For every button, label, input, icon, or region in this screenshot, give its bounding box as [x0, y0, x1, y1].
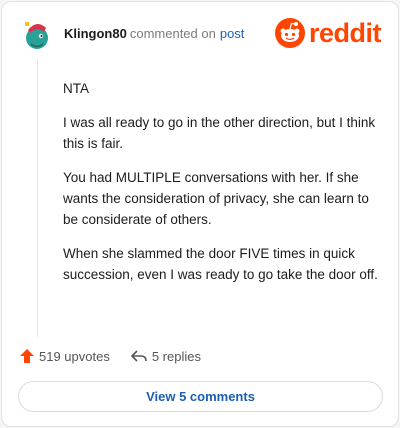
commented-on-text: commented on: [129, 26, 216, 41]
reply-count: 5 replies: [151, 348, 201, 364]
comment-meta: Klingon80 commented on post: [64, 26, 244, 41]
upvote-count: 519 upvotes: [39, 348, 110, 364]
comment-paragraph: NTA: [63, 81, 89, 96]
comment-paragraph: I was all ready to go in the other direc…: [63, 115, 376, 151]
comment-card: Klingon80 commented on post reddit NTA I w…: [1, 1, 399, 427]
comment-paragraph: When she slammed the door FIVE times in …: [63, 246, 378, 282]
upvote-arrow-icon: [20, 349, 34, 363]
reddit-snoo-icon: [274, 18, 305, 48]
reddit-logo[interactable]: reddit: [274, 18, 382, 48]
comment-header: Klingon80 commented on post reddit: [19, 16, 382, 52]
comment-actions: 519 upvotes 5 replies: [19, 346, 201, 366]
replies-button[interactable]: 5 replies: [130, 348, 201, 364]
username[interactable]: Klingon80: [64, 26, 127, 41]
post-link[interactable]: post: [220, 26, 245, 41]
comment-body: NTA I was all ready to go in the other d…: [63, 78, 383, 298]
upvote-button[interactable]: 519 upvotes: [19, 348, 110, 364]
view-comments-button[interactable]: View 5 comments: [18, 381, 383, 412]
reddit-wordmark: reddit: [308, 18, 382, 48]
thread-line: [37, 60, 38, 337]
comment-paragraph: You had MULTIPLE conversations with her.…: [63, 170, 369, 227]
user-avatar[interactable]: [19, 16, 55, 52]
reply-arrow-icon: [131, 350, 147, 362]
